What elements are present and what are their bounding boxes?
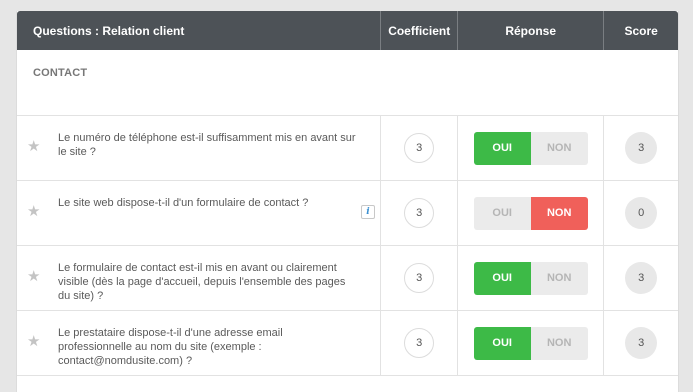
reponse-cell: OUI NON [457, 116, 603, 180]
coefficient-value[interactable]: 3 [404, 328, 435, 358]
score-cell: 3 [603, 311, 678, 375]
oui-button[interactable]: OUI [473, 131, 531, 165]
non-button[interactable]: NON [530, 131, 588, 165]
non-button[interactable]: NON [530, 196, 588, 230]
questionnaire-panel: Questions : Relation client Coefficient … [16, 11, 679, 392]
star-icon[interactable]: ★ [27, 139, 40, 154]
question-text: Le formulaire de contact est-il mis en a… [58, 262, 346, 302]
score-value: 3 [625, 262, 658, 294]
reponse-cell: OUI NON [457, 311, 603, 375]
question-text: Le site web dispose-t-il d'un formulaire… [58, 197, 309, 209]
coefficient-cell: 3 [380, 246, 457, 310]
info-icon[interactable]: i [361, 205, 375, 219]
reponse-cell: OUI NON [457, 181, 603, 245]
question-cell: ★ Le site web dispose-t-il d'un formulai… [17, 181, 380, 245]
coefficient-value[interactable]: 3 [404, 198, 435, 228]
non-button[interactable]: NON [530, 261, 588, 295]
score-value: 0 [625, 197, 658, 229]
coefficient-value[interactable]: 3 [404, 263, 435, 293]
oui-button[interactable]: OUI [473, 196, 531, 230]
score-value: 3 [625, 132, 658, 164]
header-coefficient: Coefficient [380, 11, 457, 50]
score-cell: 3 [603, 246, 678, 310]
score-cell: 0 [603, 181, 678, 245]
table-header: Questions : Relation client Coefficient … [17, 11, 678, 50]
star-icon[interactable]: ★ [27, 269, 40, 284]
question-cell: ★ Le numéro de téléphone est-il suffisam… [17, 116, 380, 180]
oui-button[interactable]: OUI [473, 326, 531, 360]
question-text: Le numéro de téléphone est-il suffisamme… [58, 132, 356, 158]
question-cell: ★ Le prestataire dispose-t-il d'une adre… [17, 311, 380, 375]
star-icon[interactable]: ★ [27, 334, 40, 349]
coefficient-value[interactable]: 3 [404, 133, 435, 163]
answer-toggle[interactable]: OUI NON [473, 261, 588, 295]
table-row: ★ Le site web dispose-t-il d'un formulai… [17, 181, 678, 246]
reponse-cell: OUI NON [457, 246, 603, 310]
table-row: ★ Le prestataire dispose-t-il d'une adre… [17, 311, 678, 376]
coefficient-cell: 3 [380, 181, 457, 245]
question-cell: ★ Le formulaire de contact est-il mis en… [17, 246, 380, 310]
question-text: Le prestataire dispose-t-il d'une adress… [58, 327, 283, 367]
non-button[interactable]: NON [530, 326, 588, 360]
coefficient-cell: 3 [380, 116, 457, 180]
star-icon[interactable]: ★ [27, 204, 40, 219]
score-value: 3 [625, 327, 658, 359]
answer-toggle[interactable]: OUI NON [473, 196, 588, 230]
header-score: Score [603, 11, 678, 50]
answer-toggle[interactable]: OUI NON [473, 131, 588, 165]
section-title: CONTACT [17, 50, 678, 116]
header-reponse: Réponse [457, 11, 603, 50]
oui-button[interactable]: OUI [473, 261, 531, 295]
coefficient-cell: 3 [380, 311, 457, 375]
table-row: ★ Le formulaire de contact est-il mis en… [17, 246, 678, 311]
header-questions: Questions : Relation client [33, 23, 185, 38]
question-list: ★ Le numéro de téléphone est-il suffisam… [17, 116, 678, 376]
score-cell: 3 [603, 116, 678, 180]
table-row: ★ Le numéro de téléphone est-il suffisam… [17, 116, 678, 181]
answer-toggle[interactable]: OUI NON [473, 326, 588, 360]
